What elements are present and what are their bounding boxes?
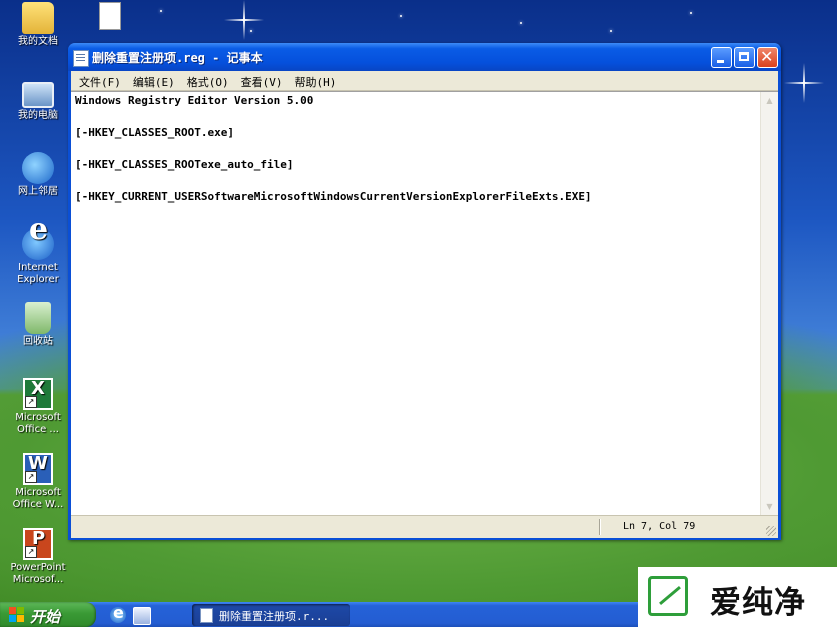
title-bar[interactable]: 删除重置注册项.reg - 记事本 ✕ [68,43,781,71]
network-icon [22,152,54,184]
start-button[interactable]: 开始 [0,602,96,627]
sparkle [224,0,264,40]
computer-icon [22,82,54,108]
status-bar: Ln 7, Col 79 [71,515,778,538]
star [160,10,162,12]
menu-help[interactable]: 帮助(H) [289,73,343,92]
desktop-icon-label: Microsoft Office W... [12,487,64,510]
watermark-text: 爱纯净 [710,585,806,621]
sparkle [784,63,824,103]
desktop-icon-powerpoint[interactable]: ↗ PowerPoint Microsof... [2,528,74,586]
quicklaunch-media-icon[interactable] [133,607,151,625]
powerpoint-icon: ↗ [23,528,53,560]
resize-grip-icon[interactable] [766,526,776,536]
vertical-scrollbar[interactable]: ▲ ▼ [760,92,778,515]
scroll-down-icon[interactable]: ▼ [762,499,777,514]
star [400,15,402,17]
word-icon: ↗ [23,453,53,485]
shortcut-arrow-icon: ↗ [25,396,37,408]
watermark-logo: 爱纯净 [638,567,837,627]
star [610,30,612,32]
star [690,12,692,14]
folder-icon [22,2,54,34]
desktop-icon-word[interactable]: ↗ Microsoft Office W... [2,453,74,511]
shortcut-arrow-icon: ↗ [25,546,37,558]
notepad-icon [73,50,89,67]
desktop-icon-label: 回收站 [23,336,53,347]
recycle-bin-icon [25,302,51,334]
desktop-icon-my-documents[interactable]: 我的文档 [2,2,74,48]
close-button[interactable]: ✕ [757,47,778,68]
maximize-icon [739,52,749,61]
desktop-icon-label: Microsoft Office ... [15,412,61,435]
menu-view[interactable]: 查看(V) [235,73,289,92]
desktop-icon-label: Internet Explorer [17,262,59,285]
minimize-icon [717,60,724,63]
minimize-button[interactable] [711,47,732,68]
start-label: 开始 [30,608,61,626]
text-line: [-HKEY_CLASSES_ROOT.exe] [75,126,234,139]
desktop-icon-label: 我的电脑 [18,110,58,121]
maximize-button[interactable] [734,47,755,68]
menu-bar: 文件(F) 编辑(E) 格式(O) 查看(V) 帮助(H) [71,71,778,91]
ie-icon [22,224,54,260]
star [520,22,522,24]
scroll-up-icon[interactable]: ▲ [762,93,777,108]
menu-format[interactable]: 格式(O) [181,73,235,92]
desktop-icon-recycle-bin[interactable]: 回收站 [2,302,74,348]
desktop-icon-label: 网上邻居 [18,186,58,197]
desktop-icon-excel[interactable]: ↗ Microsoft Office ... [2,378,74,436]
text-file-icon [99,2,121,30]
text-line: Windows Registry Editor Version 5.00 [75,94,314,107]
status-divider [599,519,600,535]
menu-file[interactable]: 文件(F) [73,73,127,92]
taskbar-notepad-button[interactable]: 删除重置注册项.r... [192,604,350,626]
desktop-icon-my-computer[interactable]: 我的电脑 [2,76,74,122]
desktop-icon-internet-explorer[interactable]: Internet Explorer [2,224,74,286]
quicklaunch-ie-icon[interactable] [110,603,126,623]
taskbar-button-label: 删除重置注册项.r... [219,610,330,623]
text-line: [-HKEY_CLASSES_ROOTexe_auto_file] [75,158,294,171]
shortcut-arrow-icon: ↗ [25,471,37,483]
notepad-icon [200,608,213,623]
close-icon: ✕ [760,47,774,66]
notepad-window[interactable]: 删除重置注册项.reg - 记事本 ✕ 文件(F) 编辑(E) 格式(O) 查看(V)… [68,43,781,540]
desktop-icon-label: PowerPoint Microsof... [10,562,66,585]
windows-logo-icon [9,607,25,622]
cursor-position: Ln 7, Col 79 [623,521,696,532]
menu-edit[interactable]: 编辑(E) [127,73,181,92]
desktop-icon-text-file[interactable] [74,2,146,32]
desktop-icon-network[interactable]: 网上邻居 [2,152,74,198]
text-line: [-HKEY_CURRENT_USERSoftwareMicrosoftWind… [75,190,592,203]
excel-icon: ↗ [23,378,53,410]
text-editor[interactable]: Windows Registry Editor Version 5.00 [-H… [71,91,778,515]
desktop-icon-label: 我的文档 [18,36,58,47]
window-title: 删除重置注册项.reg - 记事本 [92,51,263,65]
watermark-mark-icon [648,576,688,616]
